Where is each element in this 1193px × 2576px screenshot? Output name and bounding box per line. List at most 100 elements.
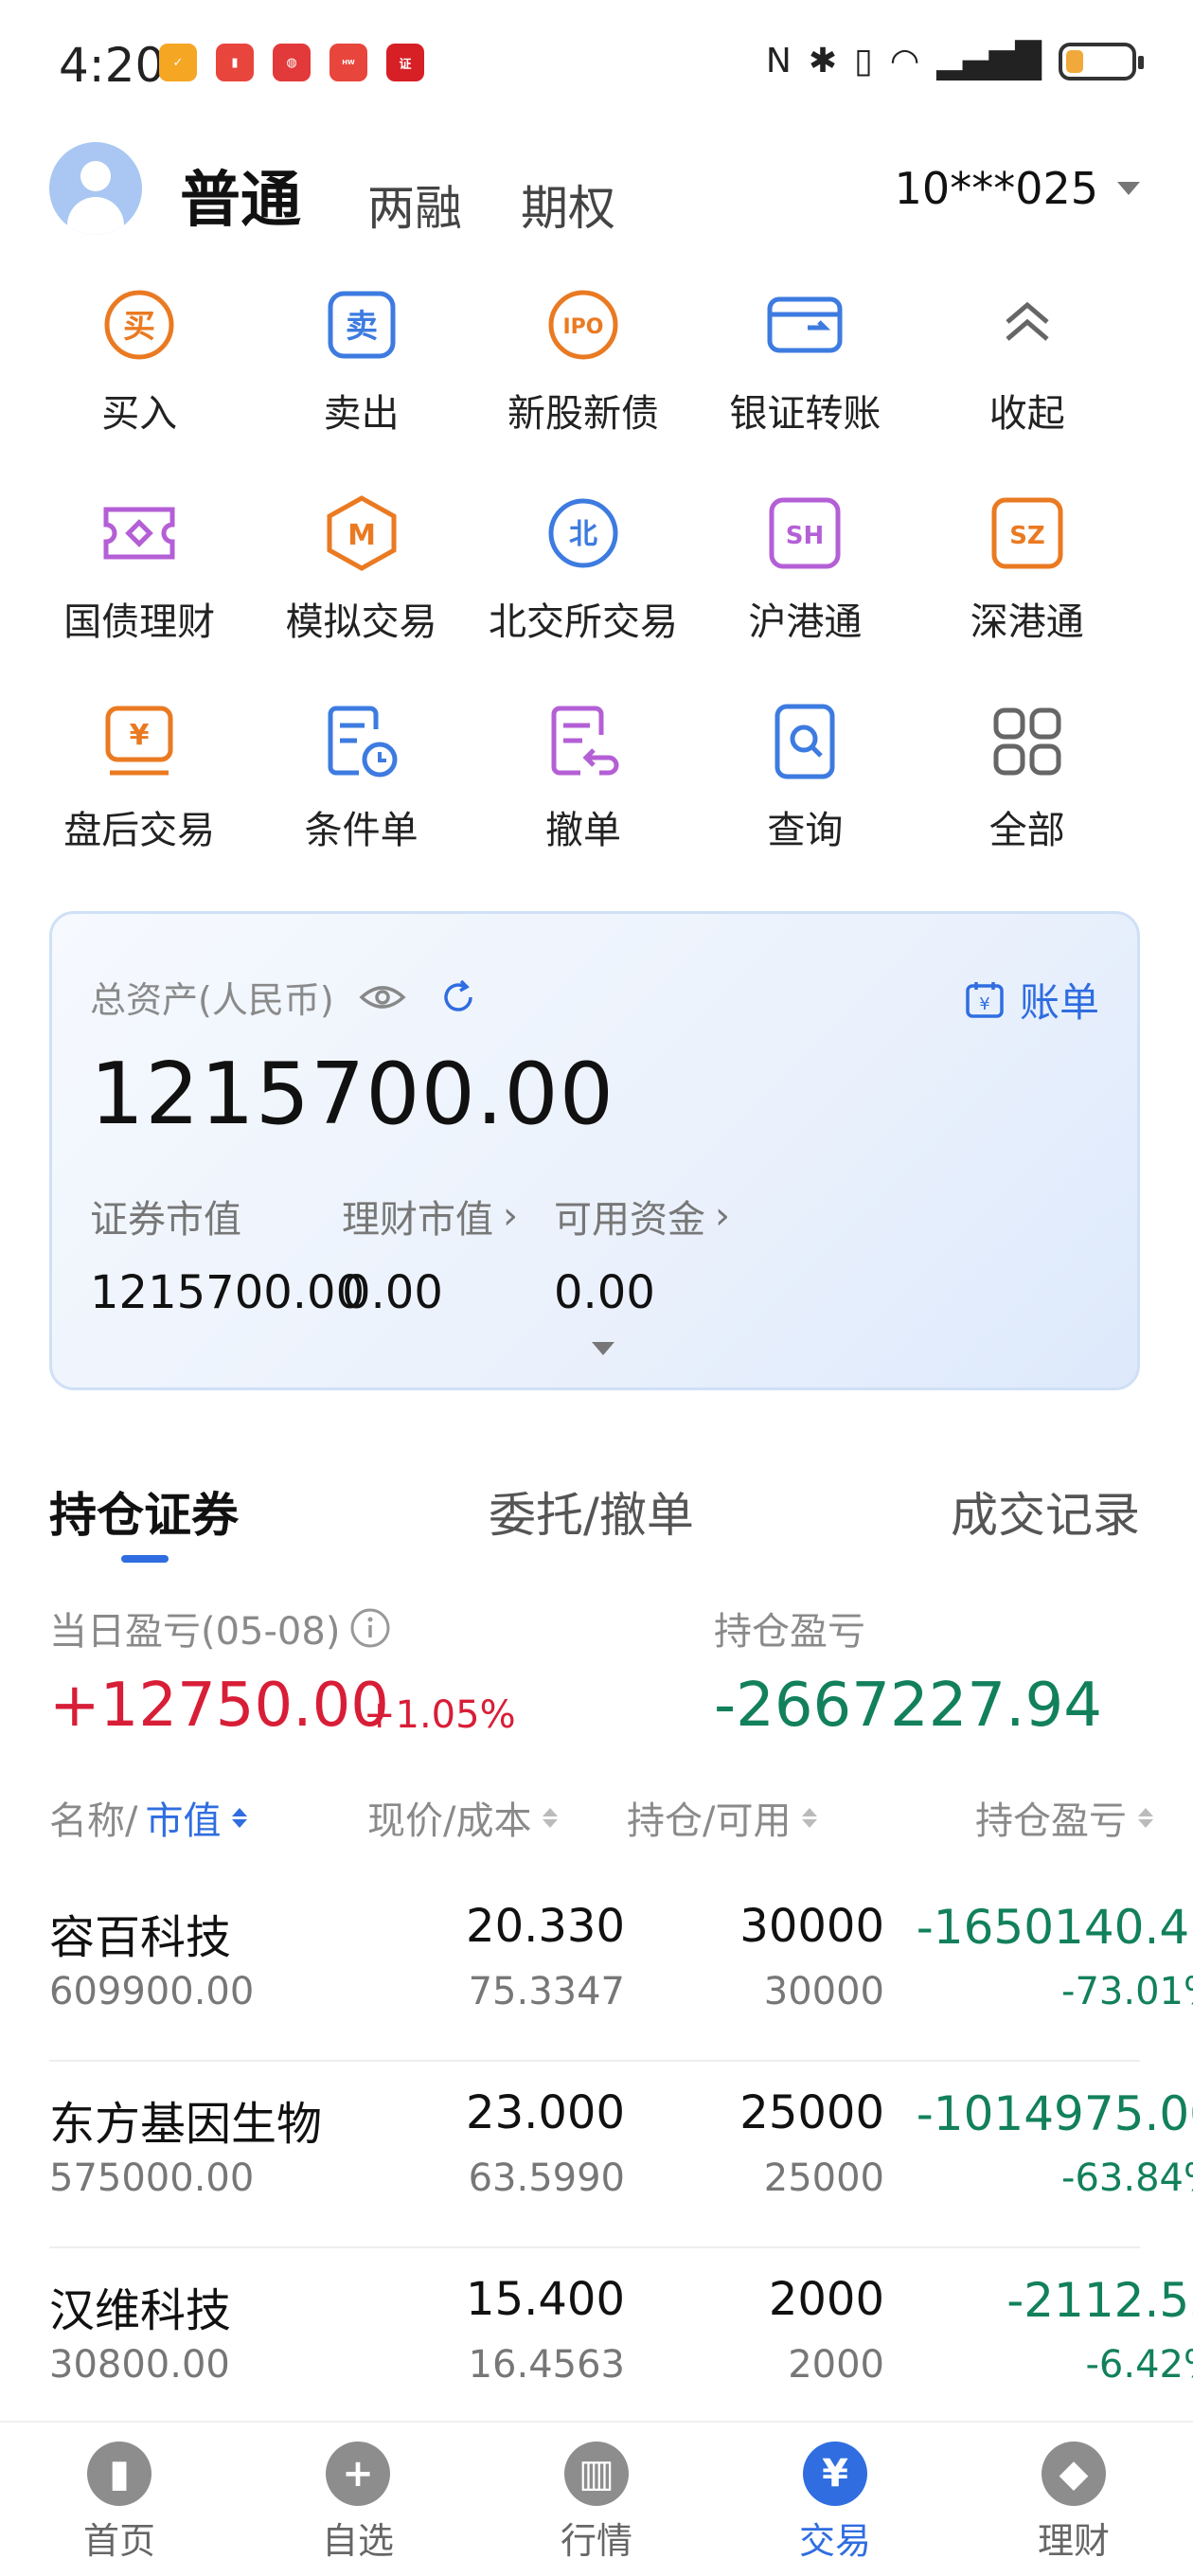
cancel-order-icon	[543, 701, 624, 782]
tab-options[interactable]: 期权	[521, 170, 615, 239]
nfc-icon: N	[765, 42, 792, 80]
chevron-right-icon: ›	[503, 1194, 518, 1238]
nav-market[interactable]: ▥ 行情	[477, 2423, 716, 2576]
function-bond-ticket-button[interactable]: 国债理财	[28, 492, 250, 646]
info-icon[interactable]	[349, 1607, 391, 1649]
bank-card-icon	[764, 284, 846, 366]
function-all-apps-button[interactable]: 全部	[917, 701, 1138, 854]
stock-quantity: 25000	[739, 2086, 884, 2139]
stock-price: 20.330	[466, 1900, 625, 1953]
function-cancel-order-button[interactable]: 撤单	[472, 701, 694, 854]
function-sz-connect-button[interactable]: SZ 深港通	[917, 492, 1138, 646]
securities-value: 1215700.00	[90, 1266, 365, 1319]
holding-row[interactable]: 汉维科技 30800.00 15.400 16.4563 2000 2000 -…	[49, 2248, 1193, 2435]
nav-wealth[interactable]: ◆ 理财	[954, 2423, 1193, 2576]
function-label: 沪港通	[748, 600, 863, 644]
system-icons: N ✱ ▯ ◠ ▂▄▆█	[765, 42, 1144, 80]
account-selector[interactable]: 10***025	[895, 163, 1140, 214]
stock-name: 容百科技	[49, 1911, 232, 1964]
available-label: 可用资金	[554, 1198, 705, 1242]
refresh-icon[interactable]	[438, 977, 478, 1017]
notification-icons: ✓ ▮ ◍ HW 证	[159, 44, 424, 81]
column-name-market-value[interactable]: 名称/市值	[49, 1790, 248, 1845]
function-conditional-order-button[interactable]: 条件单	[250, 701, 472, 854]
svg-text:¥: ¥	[130, 719, 150, 752]
total-assets-value: 1215700.00	[90, 1045, 614, 1144]
tab-normal[interactable]: 普通	[180, 152, 301, 239]
eye-icon[interactable]	[359, 981, 406, 1013]
nav-trade[interactable]: ¥ 交易	[716, 2423, 954, 2576]
available-funds-block[interactable]: 可用资金 › 0.00	[554, 1189, 730, 1319]
holdings-table-header: 名称/市值 现价/成本 持仓/可用 持仓盈亏	[49, 1790, 1166, 1847]
function-bank-card-button[interactable]: 银证转账	[694, 284, 916, 438]
daily-pnl-label-row: 当日盈亏(05-08)	[49, 1601, 391, 1655]
tab-orders[interactable]: 委托/撤单	[489, 1477, 694, 1546]
column-price-cost-label: 现价/成本	[367, 1799, 532, 1843]
function-query-button[interactable]: 查询	[694, 701, 916, 854]
nav-watchlist[interactable]: + 自选	[239, 2423, 477, 2576]
collapse-icon	[987, 284, 1068, 366]
account-header: 普通 两融 期权 10***025	[0, 142, 1193, 246]
tab-trade-records[interactable]: 成交记录	[951, 1477, 1140, 1546]
market-icon: ▥	[564, 2442, 629, 2506]
active-tab-indicator	[121, 1555, 169, 1563]
column-holding-pl-label: 持仓盈亏	[975, 1799, 1127, 1843]
svg-text:卖: 卖	[346, 308, 378, 346]
wealth-label-row: 理财市值 ›	[342, 1189, 518, 1243]
app-securities-icon: 证	[386, 44, 424, 81]
wealth-value-block[interactable]: 理财市值 › 0.00	[342, 1189, 518, 1319]
function-label: 收起	[988, 392, 1065, 436]
tab-holdings[interactable]: 持仓证券	[49, 1477, 239, 1546]
stock-pl: -1650140.41	[916, 1900, 1193, 1955]
stock-price: 15.400	[466, 2273, 625, 2326]
battery-icon	[1059, 42, 1144, 80]
function-ipo-button[interactable]: IPO 新股新债	[472, 284, 694, 438]
function-grid: 买买入卖卖出 IPO 新股新债 银证转账 收起 国债理财 M 模拟交易北北交所交易 SH 沪港通 S…	[28, 284, 1138, 854]
app-orange-icon: ✓	[159, 44, 197, 81]
svg-text:买: 买	[123, 308, 155, 346]
available-label-row: 可用资金 ›	[554, 1189, 730, 1243]
buy-icon: 买	[98, 284, 180, 366]
bond-ticket-icon	[98, 492, 180, 574]
holding-row[interactable]: 东方基因生物 575000.00 23.000 63.5990 25000 25…	[49, 2062, 1193, 2248]
wealth-icon: ◆	[1042, 2442, 1106, 2506]
available-value: 0.00	[554, 1266, 655, 1319]
sort-icon	[232, 1807, 248, 1828]
column-price-cost[interactable]: 现价/成本	[367, 1790, 559, 1845]
stock-quantity: 2000	[768, 2273, 884, 2326]
svg-text:M: M	[347, 519, 376, 552]
holding-pnl-label: 持仓盈亏	[714, 1610, 865, 1654]
daily-pnl-value: +12750.00	[49, 1671, 389, 1741]
function-buy-button[interactable]: 买买入	[28, 284, 250, 438]
function-simulation-button[interactable]: M 模拟交易	[250, 492, 472, 646]
bill-label: 账单	[1019, 979, 1099, 1026]
function-sh-connect-button[interactable]: SH 沪港通	[694, 492, 916, 646]
calendar-yuan-icon: ¥	[966, 981, 1004, 1018]
nav-label: 交易	[798, 2520, 871, 2562]
holding-row[interactable]: 容百科技 609900.00 20.330 75.3347 30000 3000…	[49, 1875, 1193, 2062]
tab-margin[interactable]: 两融	[367, 170, 462, 239]
function-bse-button[interactable]: 北北交所交易	[472, 492, 694, 646]
expand-down-icon[interactable]	[592, 1342, 614, 1355]
column-holding-pl[interactable]: 持仓盈亏	[975, 1790, 1153, 1845]
bill-button[interactable]: ¥ 账单	[963, 971, 1099, 1029]
bottom-navigation: ▮ 首页 + 自选 ▥ 行情 ¥ 交易 ◆ 理财	[0, 2421, 1193, 2576]
function-label: 北交所交易	[488, 600, 678, 644]
avatar[interactable]	[49, 142, 142, 235]
function-after-hours-button[interactable]: ¥ 盘后交易	[28, 701, 250, 854]
stock-pl-percent: -6.42%	[1085, 2343, 1193, 2387]
vibrate-icon: ▯	[854, 42, 873, 80]
column-qty-available[interactable]: 持仓/可用	[627, 1790, 818, 1845]
function-label: 深港通	[970, 600, 1084, 644]
function-label: 国债理财	[63, 600, 216, 644]
svg-text:SZ: SZ	[1009, 522, 1045, 550]
nav-home[interactable]: ▮ 首页	[0, 2423, 239, 2576]
stock-pl-percent: -73.01%	[1061, 1970, 1193, 2013]
daily-pnl-label: 当日盈亏(05-08)	[49, 1610, 341, 1654]
nav-label: 理财	[1037, 2520, 1110, 2562]
function-sell-button[interactable]: 卖卖出	[250, 284, 472, 438]
function-collapse-button[interactable]: 收起	[917, 284, 1138, 438]
column-market-value-label: 市值	[145, 1799, 222, 1843]
svg-text:IPO: IPO	[562, 315, 603, 339]
huawei-store-icon: HW	[329, 44, 367, 81]
